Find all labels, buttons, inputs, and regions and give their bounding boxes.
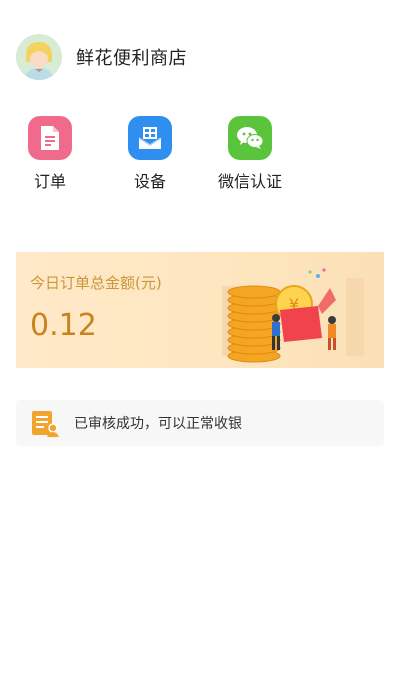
audit-status-notice: 已审核成功，可以正常收银 [16,400,384,446]
devices-button[interactable]: 设备 [110,116,190,192]
audit-status-text: 已审核成功，可以正常收银 [74,416,242,432]
quick-actions: 订单 设备 微信认证 [0,116,400,196]
wechat-verification-label: 微信认证 [217,172,282,191]
shop-header: 鲜花便利商店 [16,34,187,80]
orders-label: 订单 [33,172,66,191]
device-box-icon [128,116,172,160]
document-icon [28,116,72,160]
orders-button[interactable]: 订单 [10,116,90,192]
female-avatar-icon[interactable] [16,34,62,80]
gold-coins-gift-illustration: ¥ [222,268,364,363]
audit-approved-icon [32,411,59,437]
today-total-amount: 0.12 [30,308,97,343]
wechat-verification-button[interactable]: 微信认证 [210,116,290,192]
wechat-icon [228,116,272,160]
merchant-home: 鲜花便利商店 订单 设备 微信认证 今日订单总金额(元) 0.12 ¥ 已审核成… [0,0,400,700]
today-total-title: 今日订单总金额(元) [30,274,162,292]
today-sales-banner[interactable]: 今日订单总金额(元) 0.12 ¥ [16,252,384,368]
shop-name: 鲜花便利商店 [76,48,187,69]
devices-label: 设备 [133,172,166,191]
